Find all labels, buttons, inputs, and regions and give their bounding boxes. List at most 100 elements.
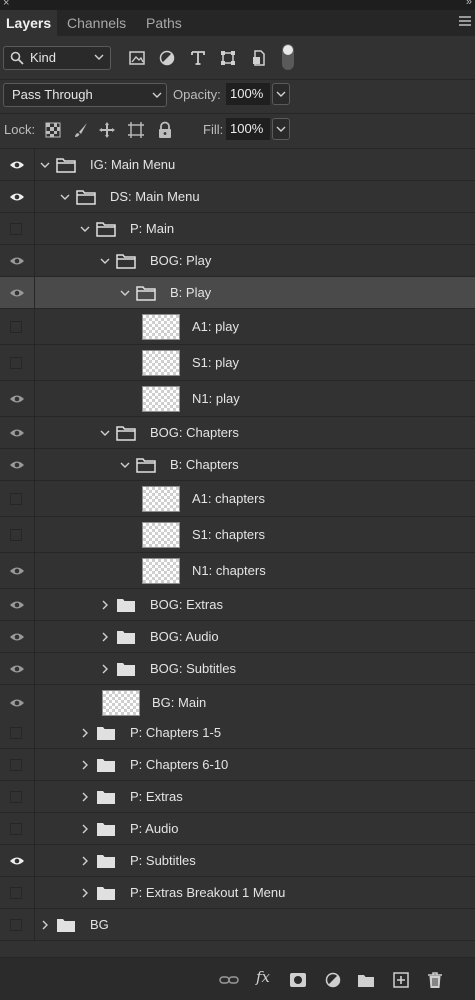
layer-row-p-chapters-1-5[interactable]: P: Chapters 1-5 — [0, 717, 475, 749]
opacity-input[interactable]: 100% — [226, 83, 270, 105]
filter-toggle[interactable] — [282, 44, 294, 70]
chevron-right-icon[interactable] — [40, 920, 50, 930]
chevron-right-icon[interactable] — [80, 728, 90, 738]
chevron-down-icon[interactable] — [100, 428, 110, 438]
layer-thumbnail[interactable] — [142, 558, 180, 584]
layer-row-p-main[interactable]: P: Main — [0, 213, 475, 245]
chevron-down-icon[interactable] — [120, 460, 130, 470]
visibility-toggle[interactable] — [0, 149, 35, 180]
new-adjustment-icon[interactable] — [324, 971, 342, 989]
new-group-icon[interactable] — [357, 971, 375, 989]
layer-row-a1-play[interactable]: A1: play — [0, 309, 475, 345]
visibility-toggle[interactable] — [0, 213, 35, 244]
collapse-panel-icon[interactable]: » — [466, 0, 472, 8]
visibility-toggle[interactable] — [0, 781, 35, 812]
visibility-toggle[interactable] — [0, 685, 35, 720]
layer-thumbnail[interactable] — [142, 486, 180, 512]
layer-row-p-subtitles[interactable]: P: Subtitles — [0, 845, 475, 877]
layer-row-bog-subtitles[interactable]: BOG: Subtitles — [0, 653, 475, 685]
panel-menu-icon[interactable] — [459, 16, 471, 28]
layer-thumbnail[interactable] — [142, 522, 180, 548]
layer-row-bg-main[interactable]: BG: Main — [0, 685, 475, 721]
layer-row-b-play[interactable]: B: Play — [0, 277, 475, 309]
chevron-right-icon[interactable] — [100, 632, 110, 642]
visibility-toggle[interactable] — [0, 449, 35, 480]
link-layers-icon[interactable] — [219, 971, 239, 989]
layer-thumbnail[interactable] — [142, 350, 180, 376]
layer-row-bog-audio[interactable]: BOG: Audio — [0, 621, 475, 653]
layer-row-p-extras[interactable]: P: Extras — [0, 781, 475, 813]
chevron-down-icon[interactable] — [40, 160, 50, 170]
fill-dropdown[interactable] — [272, 118, 290, 140]
lock-image-icon[interactable] — [72, 121, 90, 139]
tab-channels[interactable]: Channels — [67, 10, 126, 36]
layer-row-bog-extras[interactable]: BOG: Extras — [0, 589, 475, 621]
opacity-dropdown[interactable] — [272, 83, 290, 105]
chevron-right-icon[interactable] — [100, 664, 110, 674]
layer-row-b-chapters[interactable]: B: Chapters — [0, 449, 475, 481]
visibility-toggle[interactable] — [0, 245, 35, 276]
delete-icon[interactable] — [426, 971, 444, 989]
type-filter-icon[interactable] — [189, 49, 207, 67]
layer-row-p-chapters-6-10[interactable]: P: Chapters 6-10 — [0, 749, 475, 781]
visibility-toggle[interactable] — [0, 417, 35, 448]
layer-row-p-audio[interactable]: P: Audio — [0, 813, 475, 845]
layer-row-bog-play[interactable]: BOG: Play — [0, 245, 475, 277]
chevron-right-icon[interactable] — [100, 600, 110, 610]
image-filter-icon[interactable] — [128, 49, 146, 67]
new-layer-icon[interactable] — [392, 971, 410, 989]
chevron-down-icon[interactable] — [100, 256, 110, 266]
visibility-toggle[interactable] — [0, 749, 35, 780]
visibility-toggle[interactable] — [0, 813, 35, 844]
layer-thumbnail[interactable] — [102, 690, 140, 716]
tab-layers[interactable]: Layers — [0, 10, 58, 36]
lock-artboard-icon[interactable] — [127, 121, 145, 139]
layer-row-bg[interactable]: BG — [0, 909, 475, 941]
layer-thumbnail[interactable] — [142, 386, 180, 412]
layer-row-s1-chapters[interactable]: S1: chapters — [0, 517, 475, 553]
layer-row-n1-chapters[interactable]: N1: chapters — [0, 553, 475, 589]
chevron-right-icon[interactable] — [80, 760, 90, 770]
chevron-right-icon[interactable] — [80, 888, 90, 898]
visibility-toggle[interactable] — [0, 277, 35, 308]
visibility-toggle[interactable] — [0, 517, 35, 552]
chevron-right-icon[interactable] — [80, 856, 90, 866]
visibility-toggle[interactable] — [0, 877, 35, 908]
kind-filter-select[interactable]: Kind — [3, 46, 111, 70]
chevron-down-icon[interactable] — [80, 224, 90, 234]
layer-row-s1-play[interactable]: S1: play — [0, 345, 475, 381]
chevron-right-icon[interactable] — [80, 824, 90, 834]
visibility-toggle[interactable] — [0, 345, 35, 380]
fill-input[interactable]: 100% — [226, 118, 270, 140]
tab-paths[interactable]: Paths — [146, 10, 182, 36]
visibility-toggle[interactable] — [0, 309, 35, 344]
visibility-toggle[interactable] — [0, 717, 35, 748]
adjustment-filter-icon[interactable] — [158, 49, 176, 67]
lock-position-icon[interactable] — [98, 121, 116, 139]
add-mask-icon[interactable] — [289, 971, 307, 989]
lock-transparent-icon[interactable] — [44, 121, 62, 139]
lock-all-icon[interactable] — [156, 121, 174, 139]
shape-filter-icon[interactable] — [219, 49, 237, 67]
blend-mode-select[interactable]: Pass Through — [3, 83, 167, 107]
chevron-down-icon[interactable] — [120, 288, 130, 298]
visibility-toggle[interactable] — [0, 621, 35, 652]
visibility-toggle[interactable] — [0, 909, 35, 940]
layer-row-n1-play[interactable]: N1: play — [0, 381, 475, 417]
visibility-toggle[interactable] — [0, 653, 35, 684]
visibility-toggle[interactable] — [0, 589, 35, 620]
layer-row-bog-chapters[interactable]: BOG: Chapters — [0, 417, 475, 449]
layer-row-ig-main-menu[interactable]: IG: Main Menu — [0, 149, 475, 181]
smart-object-filter-icon[interactable] — [250, 49, 268, 67]
visibility-toggle[interactable] — [0, 845, 35, 876]
layer-thumbnail[interactable] — [142, 314, 180, 340]
visibility-toggle[interactable] — [0, 553, 35, 588]
layer-row-a1-chapters[interactable]: A1: chapters — [0, 481, 475, 517]
layer-row-p-extras-breakout-1-menu[interactable]: P: Extras Breakout 1 Menu — [0, 877, 475, 909]
layer-row-ds-main-menu[interactable]: DS: Main Menu — [0, 181, 475, 213]
fx-icon[interactable]: fx — [256, 968, 270, 986]
visibility-toggle[interactable] — [0, 381, 35, 416]
close-panel-icon[interactable]: × — [3, 0, 9, 9]
chevron-right-icon[interactable] — [80, 792, 90, 802]
chevron-down-icon[interactable] — [60, 192, 70, 202]
